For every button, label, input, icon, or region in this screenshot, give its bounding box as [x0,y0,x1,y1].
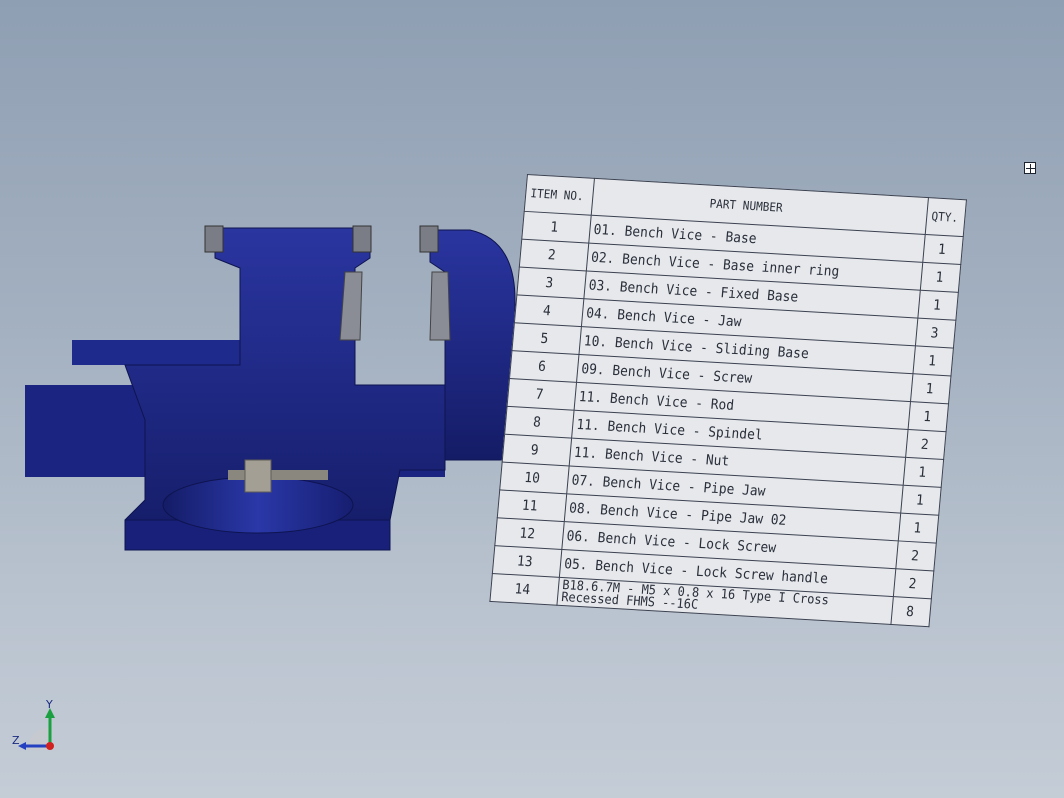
bom-quantity: 1 [900,485,939,516]
bom-quantity: 3 [915,318,953,348]
bom-quantity: 1 [920,262,958,293]
bom-quantity: 1 [917,290,956,321]
bom-item-number: 10 [499,462,564,494]
lock-screw-rod [228,470,328,480]
bom-item-number: 6 [509,350,574,383]
bom-item-number: 5 [511,322,576,355]
bom-quantity: 2 [895,540,934,571]
bom-item-number: 12 [494,517,559,550]
bom-quantity: 1 [903,457,941,488]
bom-item-number: 4 [514,294,579,327]
bom-table-container[interactable]: ITEM NO. PART NUMBER QTY. 1 01. Bench Vic… [488,174,1037,649]
bom-quantity: 1 [922,234,961,265]
swivel-plate [72,340,240,365]
table-move-handle-icon[interactable] [1024,162,1036,174]
bom-item-number: 13 [492,545,557,578]
pipe-jaw-moving [429,271,451,341]
column-header-item-no: ITEM NO. [524,174,589,215]
triad-y-label: Y [46,698,53,711]
bom-item-number: 2 [519,239,584,271]
moving-jaw-insert [419,225,439,253]
bom-quantity: 1 [898,513,936,543]
coordinate-triad [18,708,55,750]
bom-item-number: 3 [516,267,581,299]
bom-quantity: 2 [905,429,944,460]
bom-item-number: 1 [521,211,586,243]
fixed-jaw-insert-right [352,225,372,253]
bom-quantity: 8 [891,596,929,627]
bom-quantity: 1 [908,401,946,432]
graphics-viewport[interactable]: ITEM NO. PART NUMBER QTY. 1 01. Bench Vic… [0,0,1064,798]
fixed-jaw-insert-left [204,225,224,253]
column-header-qty: QTY. [925,197,964,237]
bom-item-number: 14 [489,573,554,605]
bom-item-number: 7 [507,378,571,410]
bill-of-materials-table[interactable]: ITEM NO. PART NUMBER QTY. 1 01. Bench Vic… [489,174,967,628]
bom-quantity: 1 [913,345,951,376]
lock-screw [244,459,272,493]
triad-z-label: Z [12,734,20,747]
bom-item-number: 9 [502,434,567,466]
bom-item-number: 8 [504,406,569,438]
bom-item-number: 11 [497,489,562,522]
bom-quantity: 2 [893,568,931,599]
bom-quantity: 1 [910,373,948,404]
